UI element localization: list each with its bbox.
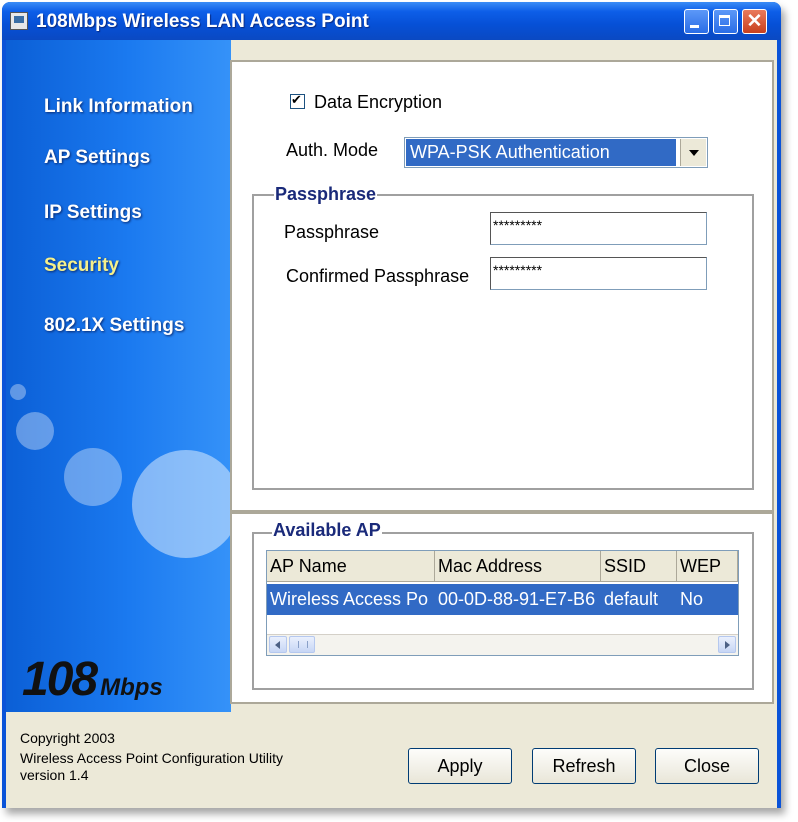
sidebar: Link Information AP Settings IP Settings… (6, 40, 231, 712)
table-row[interactable]: Wireless Access Po 00-0D-88-91-E7-B6 def… (267, 584, 738, 615)
sidebar-item-ap-settings[interactable]: AP Settings (44, 147, 150, 169)
decor-bubble-large (132, 450, 231, 558)
column-header-mac-address[interactable]: Mac Address (435, 551, 601, 582)
app-window: 108Mbps Wireless LAN Access Point ✕ Link… (2, 2, 781, 808)
available-ap-panel: Available AP AP Name Mac Address SSID WE… (230, 512, 774, 704)
data-encryption-checkbox[interactable]: ✔ (290, 92, 305, 109)
confirmed-passphrase-field[interactable]: ********* (490, 257, 707, 290)
scroll-right-icon[interactable] (718, 636, 736, 653)
decor-bubble-mid (64, 448, 122, 506)
column-header-ssid[interactable]: SSID (601, 551, 677, 582)
passphrase-field[interactable]: ********* (490, 212, 707, 245)
close-icon: ✕ (746, 11, 763, 32)
checkmark-icon: ✔ (291, 92, 302, 107)
scroll-thumb[interactable] (289, 636, 315, 653)
maximize-button[interactable] (713, 9, 738, 34)
refresh-button[interactable]: Refresh (532, 748, 636, 784)
cell-ssid: default (604, 589, 659, 609)
scroll-left-icon[interactable] (269, 636, 287, 653)
column-header-ap-name[interactable]: AP Name (267, 551, 435, 582)
app-icon (10, 12, 28, 30)
cell-ap-name: Wireless Access Po (270, 589, 429, 609)
app-name-text: Wireless Access Point Configuration Util… (20, 750, 283, 766)
client-area: Link Information AP Settings IP Settings… (6, 40, 777, 808)
passphrase-group-label: Passphrase (274, 184, 378, 205)
available-ap-table: AP Name Mac Address SSID WEP Wireless Ac… (266, 550, 739, 656)
logo-number: 108 (22, 653, 98, 706)
minimize-button[interactable] (684, 9, 709, 34)
logo-108mbps: 108 Mbps (22, 652, 163, 707)
horizontal-scrollbar[interactable] (267, 634, 738, 655)
decor-bubble-medium (16, 412, 54, 450)
window-title: 108Mbps Wireless LAN Access Point (36, 11, 369, 32)
cell-mac-address: 00-0D-88-91-E7-B6 (438, 589, 596, 609)
available-ap-group-label: Available AP (272, 520, 382, 541)
confirmed-passphrase-label: Confirmed Passphrase (286, 266, 470, 286)
close-button[interactable]: Close (655, 748, 759, 784)
chevron-down-icon[interactable] (680, 139, 706, 166)
security-panel: ✔ Data Encryption Auth. Mode WPA-PSK Aut… (230, 60, 774, 512)
cell-wep: No (680, 589, 704, 609)
close-window-button[interactable]: ✕ (742, 9, 767, 34)
decor-bubble-small (10, 384, 26, 400)
apply-button[interactable]: Apply (408, 748, 512, 784)
auth-mode-value: WPA-PSK Authentication (406, 139, 676, 166)
auth-mode-label: Auth. Mode (286, 140, 379, 160)
passphrase-label: Passphrase (284, 222, 380, 242)
version-text: version 1.4 (20, 767, 89, 783)
copyright-text: Copyright 2003 (20, 730, 115, 746)
sidebar-item-link-information[interactable]: Link Information (44, 96, 193, 118)
sidebar-item-802-1x-settings[interactable]: 802.1X Settings (44, 315, 184, 337)
title-bar[interactable]: 108Mbps Wireless LAN Access Point ✕ (2, 2, 781, 40)
auth-mode-select[interactable]: WPA-PSK Authentication (404, 137, 708, 168)
sidebar-item-security[interactable]: Security (44, 255, 119, 277)
sidebar-item-ip-settings[interactable]: IP Settings (44, 202, 142, 224)
column-header-wep[interactable]: WEP (677, 551, 738, 582)
logo-unit: Mbps (100, 674, 163, 701)
data-encryption-label: Data Encryption (314, 92, 443, 112)
